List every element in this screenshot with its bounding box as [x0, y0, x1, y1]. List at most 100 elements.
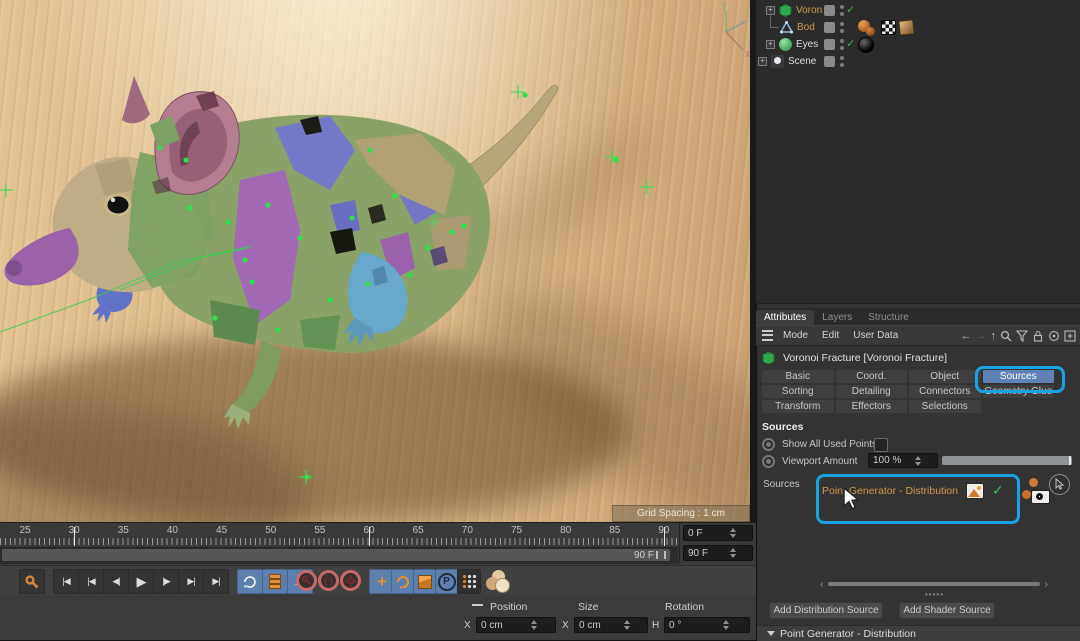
enable-dots[interactable]: [840, 22, 844, 33]
expand-icon[interactable]: +: [766, 40, 775, 49]
enabled-check-icon[interactable]: ✓: [846, 37, 855, 50]
material-tags[interactable]: [855, 20, 914, 36]
tab-layers[interactable]: Layers: [814, 310, 860, 325]
material-leather-icon[interactable]: [898, 19, 914, 35]
spinner-arrows[interactable]: [903, 456, 933, 466]
spinner-arrows[interactable]: [611, 620, 643, 630]
point-generator-drag-icon[interactable]: [1022, 478, 1050, 508]
rotation-h-field[interactable]: 0 °: [664, 617, 750, 633]
pick-source-button[interactable]: [1049, 474, 1070, 495]
position-x-field[interactable]: 0 cm: [476, 617, 556, 633]
distribution-thumbnail-icon[interactable]: [966, 483, 984, 499]
add-distribution-source-button[interactable]: Add Distribution Source: [769, 602, 883, 619]
object-label[interactable]: Eyes: [796, 39, 818, 50]
material-orange-sphere2-icon[interactable]: [866, 27, 875, 36]
keyframe-record-icon[interactable]: [19, 569, 45, 594]
source-enabled-check-icon[interactable]: ✓: [992, 482, 1004, 499]
viewport-amount-field[interactable]: 100 %: [868, 453, 938, 468]
add-shader-source-button[interactable]: Add Shader Source: [899, 602, 995, 619]
spinner-arrows[interactable]: [718, 548, 748, 558]
record-parameter-icon[interactable]: P: [435, 569, 458, 594]
filter-icon[interactable]: [1016, 330, 1028, 342]
object-label[interactable]: Bod: [797, 22, 815, 33]
loop-playback-icon[interactable]: [237, 569, 263, 594]
forward-arrow-icon[interactable]: →: [976, 330, 987, 342]
object-label[interactable]: Voron: [796, 5, 822, 16]
material-black-sphere-icon[interactable]: [858, 37, 874, 53]
up-arrow-icon[interactable]: ↑: [991, 330, 997, 342]
enable-dots[interactable]: [840, 5, 844, 16]
sources-list-scrollbar[interactable]: ‹ ›: [820, 578, 1048, 590]
tab-effectors[interactable]: Effectors: [836, 400, 908, 413]
expand-icon[interactable]: +: [758, 57, 767, 66]
tab-coord[interactable]: Coord.: [836, 370, 908, 383]
next-frame-button[interactable]: |▶: [153, 569, 179, 594]
timeline-range-bar[interactable]: 90 F: [2, 549, 670, 561]
layer-palette-icon[interactable]: [484, 570, 510, 592]
goto-end-button[interactable]: ▶|: [203, 569, 229, 594]
viewport-3d[interactable]: Y Z X Grid Spacing : 1 cm: [0, 0, 750, 522]
tab-attributes[interactable]: Attributes: [756, 310, 814, 325]
range-handle[interactable]: [656, 551, 666, 559]
tab-object[interactable]: Object: [909, 370, 981, 383]
point-level-animation-icon[interactable]: [457, 569, 481, 594]
tab-transform[interactable]: Transform: [762, 400, 834, 413]
tab-detailing[interactable]: Detailing: [836, 385, 908, 398]
tab-geometry-glue[interactable]: Geometry Glue: [983, 385, 1055, 398]
end-frame-field[interactable]: 90 F: [683, 545, 753, 561]
tab-connectors[interactable]: Connectors: [909, 385, 981, 398]
enable-dots[interactable]: [840, 56, 844, 67]
object-row-scene[interactable]: + Scene: [756, 53, 1080, 70]
spinner-arrows[interactable]: [516, 620, 551, 630]
prev-frame-button[interactable]: ◀|: [103, 569, 129, 594]
add-panel-icon[interactable]: [1064, 330, 1076, 342]
scroll-right-icon[interactable]: ›: [1045, 579, 1048, 590]
record-scale-icon[interactable]: [413, 569, 436, 594]
menu-edit[interactable]: Edit: [822, 330, 839, 341]
menu-user-data[interactable]: User Data: [853, 330, 898, 341]
search-icon[interactable]: [1000, 330, 1012, 342]
menu-mode[interactable]: Mode: [783, 330, 808, 341]
layer-box[interactable]: [824, 5, 835, 16]
scroll-left-icon[interactable]: ‹: [820, 579, 823, 590]
current-frame-field[interactable]: 0 F: [683, 525, 753, 541]
scrollbar-thumb[interactable]: [828, 582, 1039, 586]
material-checker-icon[interactable]: [881, 20, 896, 35]
layer-box[interactable]: [824, 56, 835, 67]
spinner-arrows[interactable]: [718, 528, 748, 538]
enabled-check-icon[interactable]: ✓: [846, 3, 855, 16]
resize-grip-dots[interactable]: •••••: [925, 590, 944, 599]
autokey-icon[interactable]: ( ): [318, 570, 339, 591]
record-rotation-icon[interactable]: [391, 569, 414, 594]
param-circle-icon[interactable]: [762, 455, 775, 468]
target-icon[interactable]: [1048, 330, 1060, 342]
tab-sources[interactable]: Sources: [983, 370, 1055, 383]
tab-basic[interactable]: Basic: [762, 370, 834, 383]
object-label[interactable]: Scene: [788, 56, 816, 67]
spinner-arrows[interactable]: [707, 620, 745, 630]
param-circle-icon[interactable]: [762, 438, 775, 451]
tab-selections[interactable]: Selections: [909, 400, 981, 413]
show-all-used-points-checkbox[interactable]: [874, 438, 888, 452]
prev-key-button[interactable]: |◀: [78, 569, 104, 594]
point-generator-section-header[interactable]: Point Generator - Distribution: [757, 625, 1080, 641]
viewport-amount-slider[interactable]: [942, 456, 1072, 465]
object-row-voronoi[interactable]: + Voron ✓: [756, 2, 1080, 19]
panel-menu-icon[interactable]: [762, 330, 773, 341]
material-tags[interactable]: [855, 37, 874, 53]
object-row-body[interactable]: Bod: [756, 19, 1080, 36]
next-key-button[interactable]: ▶|: [178, 569, 204, 594]
tab-structure[interactable]: Structure: [860, 310, 917, 325]
back-arrow-icon[interactable]: ←: [961, 330, 972, 342]
lock-icon[interactable]: [1032, 330, 1044, 342]
layer-box[interactable]: [824, 22, 835, 33]
enable-dots[interactable]: [840, 39, 844, 50]
object-row-eyes[interactable]: + Eyes ✓: [756, 36, 1080, 53]
layer-box[interactable]: [824, 39, 835, 50]
size-x-field[interactable]: 0 cm: [574, 617, 648, 633]
goto-start-button[interactable]: |◀: [53, 569, 79, 594]
play-button[interactable]: ▶: [128, 569, 154, 594]
tab-sorting[interactable]: Sorting: [762, 385, 834, 398]
keyframe-settings-icon[interactable]: [340, 570, 361, 591]
keyframe-bars-icon[interactable]: [262, 569, 288, 594]
